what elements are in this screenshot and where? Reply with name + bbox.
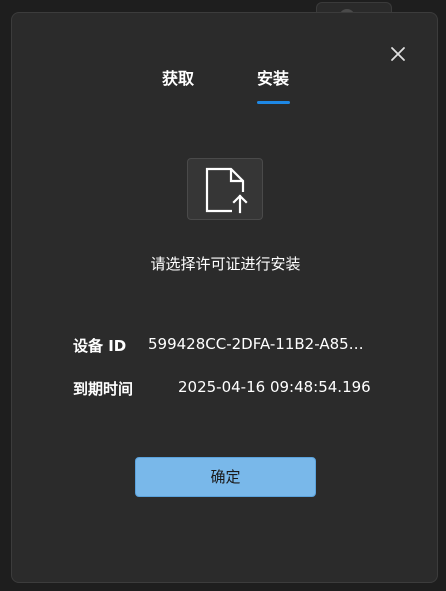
active-tab-indicator [257,101,290,104]
tab-install[interactable]: 安装 [257,65,289,89]
license-dialog: 获取 安装 请选择许可证进行安装 设备 ID 599428CC-2DFA-11B… [11,12,438,583]
select-license-button[interactable] [187,158,263,220]
select-license-prompt: 请选择许可证进行安装 [150,255,301,273]
close-icon [391,47,405,61]
device-id-label: 设备 ID [73,337,127,355]
tab-get[interactable]: 获取 [162,65,194,89]
expire-time-label: 到期时间 [73,380,134,398]
expire-time-value: 2025-04-16 09:48:54.196 [178,378,371,396]
close-button[interactable] [386,42,410,66]
file-upload-icon [205,167,248,214]
device-id-value: 599428CC-2DFA-11B2-A85… [148,335,364,353]
confirm-button[interactable]: 确定 [135,457,316,497]
